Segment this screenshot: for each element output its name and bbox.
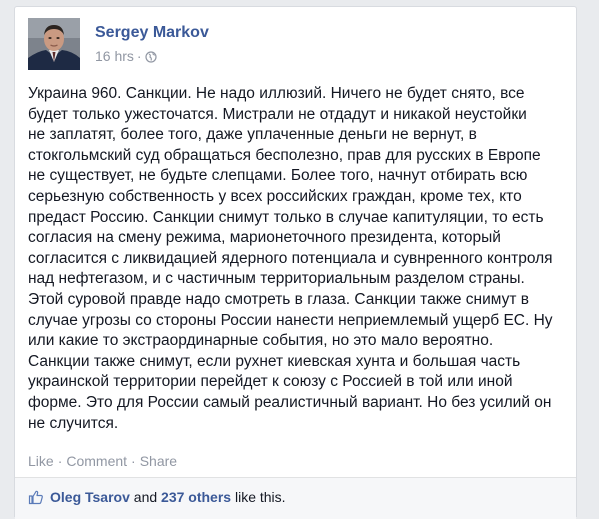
action-separator: · (57, 453, 63, 469)
post-text: Украина 960. Санкции. Не надо иллюзий. Н… (28, 84, 580, 434)
post-meta: 16 hrs · (95, 48, 157, 66)
post-timestamp[interactable]: 16 hrs (95, 48, 134, 64)
post-text-line: стокгольмский суд обращаться бесполезно,… (28, 146, 541, 164)
post-text-line: предаст Россию. Санкции снимут только в … (28, 208, 544, 226)
post-text-line: Украина 960. Санкции. Не надо иллюзий. Н… (28, 85, 525, 102)
post-card: Sergey Markov 16 hrs · Украина 960. Санкц… (14, 6, 580, 519)
post-text-line: или какие то экстраординарные события, н… (28, 332, 494, 350)
likes-row: Oleg Tsarov and 237 others like this. (28, 489, 286, 508)
post-text-line: форме. Это для России самый реалистичный… (28, 393, 552, 411)
action-separator: · (131, 453, 136, 469)
like-button[interactable]: Like (28, 453, 54, 469)
post-text-line: согласия на смену режима, марионеточного… (28, 229, 501, 247)
post-text-line: не существует, не будьте слепцами. Более… (28, 167, 528, 185)
post-text-line: согласится с ликвидацией ядерного потенц… (28, 249, 553, 267)
meta-separator: · (136, 48, 142, 64)
likes-suffix: like this. (231, 489, 286, 505)
post-text-line: не заплатят, более того, даже уплаченные… (28, 126, 477, 144)
post-text-line: серьезную собственность у всех российски… (28, 187, 522, 205)
comment-button[interactable]: Comment (66, 453, 127, 469)
liker-link[interactable]: Oleg Tsarov (50, 489, 130, 505)
post-text-line: будет только ужесточатся. Мистрали не от… (28, 105, 527, 123)
post-text-line: не случится. (28, 414, 119, 432)
others-link[interactable]: 237 others (161, 489, 231, 505)
post-actions: Like · Comment · Share (28, 453, 177, 469)
post-text-line: Санкции также снимут, если рухнет киевск… (28, 352, 521, 370)
post-text-line: украинской территории перейдет к союзу с… (28, 373, 513, 391)
author-name[interactable]: Sergey Markov (95, 24, 209, 42)
post-text-line: Этой суровой правде надо смотреть в глаз… (28, 290, 529, 308)
avatar[interactable] (28, 18, 80, 70)
avatar-photo (28, 18, 80, 70)
likes-summary: Oleg Tsarov and 237 others like this. (15, 477, 576, 519)
post-text-line: случае угрозы со стороны России нанести … (28, 311, 553, 329)
globe-icon[interactable] (144, 50, 157, 66)
share-button[interactable]: Share (140, 453, 177, 469)
likes-and-text: and (129, 489, 162, 505)
post-text-line: над нефтегазом, и с частичным территориа… (28, 270, 525, 288)
thumbs-up-icon (28, 489, 44, 508)
